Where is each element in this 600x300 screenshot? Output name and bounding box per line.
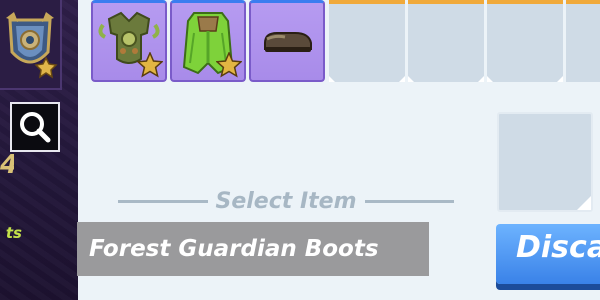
selected-item-name: Forest Guardian Boots	[77, 222, 429, 276]
inventory-slot-empty[interactable]	[487, 0, 563, 82]
search-button[interactable]	[10, 102, 60, 152]
search-icon	[20, 112, 51, 143]
inventory-slot-boots[interactable]	[249, 0, 325, 82]
divider-left	[118, 199, 208, 203]
divider-right	[364, 199, 454, 203]
star-icon	[137, 52, 163, 78]
inventory-grid	[88, 0, 600, 84]
select-item-heading: Select Item	[118, 186, 454, 216]
inventory-slot-empty[interactable]	[329, 0, 405, 82]
inventory-slot-cape[interactable]	[170, 0, 246, 82]
inventory-slot-empty[interactable]	[566, 0, 600, 82]
star-icon	[216, 52, 242, 78]
discard-button-label: Disca	[516, 230, 600, 265]
sidebar-label-fragment: ts	[5, 224, 22, 242]
selected-item-preview-slot	[497, 112, 593, 212]
inventory-slot-chestplate[interactable]	[91, 0, 167, 82]
shield-crest-icon	[0, 0, 60, 88]
discard-button[interactable]: Disca	[496, 224, 600, 284]
inventory-slot-empty[interactable]	[408, 0, 484, 82]
sidebar-count-fragment: 4	[0, 150, 14, 180]
hero-portrait[interactable]	[0, 0, 62, 90]
boots-icon	[264, 32, 312, 52]
sidebar: 4 ts	[0, 0, 78, 300]
select-item-label: Select Item	[215, 188, 357, 214]
